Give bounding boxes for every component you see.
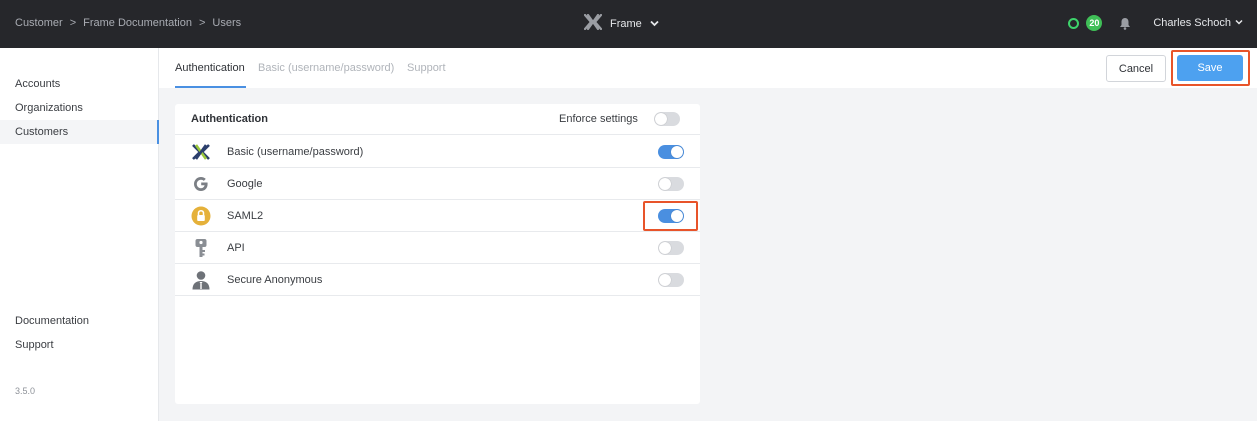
tab-authentication[interactable]: Authentication [175,62,245,74]
breadcrumb-item-users: Users [212,17,242,29]
brand-name: Frame [610,17,642,30]
status-indicator[interactable] [1068,17,1080,29]
anonymous-user-icon [191,270,211,290]
provider-row-google: Google [175,168,700,200]
frame-logo-icon [583,13,603,33]
authentication-card: Authentication Enforce settings Basic (u… [175,104,700,404]
provider-label: Secure Anonymous [227,274,323,286]
user-menu[interactable]: Charles Schoch [1153,17,1243,29]
enforce-settings-toggle[interactable] [654,112,680,126]
chevron-down-icon [1235,17,1243,29]
active-tab-indicator [175,86,246,88]
breadcrumb-separator: > [198,17,206,29]
provider-label: API [227,242,245,254]
chevron-down-icon [650,19,659,28]
breadcrumb: Customer > Frame Documentation > Users [15,17,241,29]
card-header: Authentication Enforce settings [175,104,700,135]
sidebar-item-customers[interactable]: Customers [0,120,159,144]
api-auth-toggle[interactable] [658,241,684,255]
provider-row-secure-anonymous: Secure Anonymous [175,264,700,296]
padlock-icon [191,206,211,226]
breadcrumb-separator: > [69,17,77,29]
saml2-toggle-highlight [643,201,698,231]
provider-label: Google [227,178,263,190]
cancel-button[interactable]: Cancel [1106,55,1166,82]
enforce-settings-label: Enforce settings [559,113,638,125]
breadcrumb-item-customer[interactable]: Customer [15,17,63,29]
provider-label: Basic (username/password) [227,146,364,158]
save-button[interactable]: Save [1177,55,1243,81]
notification-count-badge[interactable]: 20 [1086,15,1103,31]
sidebar-item-documentation[interactable]: Documentation [0,309,159,333]
app-version: 3.5.0 [15,386,36,396]
google-auth-toggle[interactable] [658,177,684,191]
google-g-icon [191,174,211,194]
tab-bar: Authentication Basic (username/password)… [159,48,1257,88]
brand-switcher[interactable]: Frame [583,13,659,33]
provider-row-basic: Basic (username/password) [175,136,700,168]
main-content: Authentication Basic (username/password)… [159,48,1257,421]
top-bar: Customer > Frame Documentation > Users Frame… [0,0,1257,48]
user-name: Charles Schoch [1153,17,1231,29]
sidebar-item-organizations[interactable]: Organizations [0,96,159,120]
frame-x-logo-icon [191,142,211,162]
provider-label: SAML2 [227,210,264,222]
card-title: Authentication [191,113,268,125]
sidebar-item-support[interactable]: Support [0,333,159,357]
sidebar: Accounts Organizations Customers Documen… [0,48,159,421]
sidebar-item-accounts[interactable]: Accounts [0,72,159,96]
breadcrumb-item-frame-documentation[interactable]: Frame Documentation [83,17,192,29]
secure-anonymous-auth-toggle[interactable] [658,273,684,287]
key-icon [191,238,211,258]
basic-auth-toggle[interactable] [658,145,684,159]
tab-basic[interactable]: Basic (username/password) [258,62,394,74]
tab-support[interactable]: Support [407,62,446,74]
provider-row-api: API [175,232,700,264]
bell-icon[interactable] [1119,17,1131,30]
provider-row-saml2: SAML2 [175,200,700,232]
